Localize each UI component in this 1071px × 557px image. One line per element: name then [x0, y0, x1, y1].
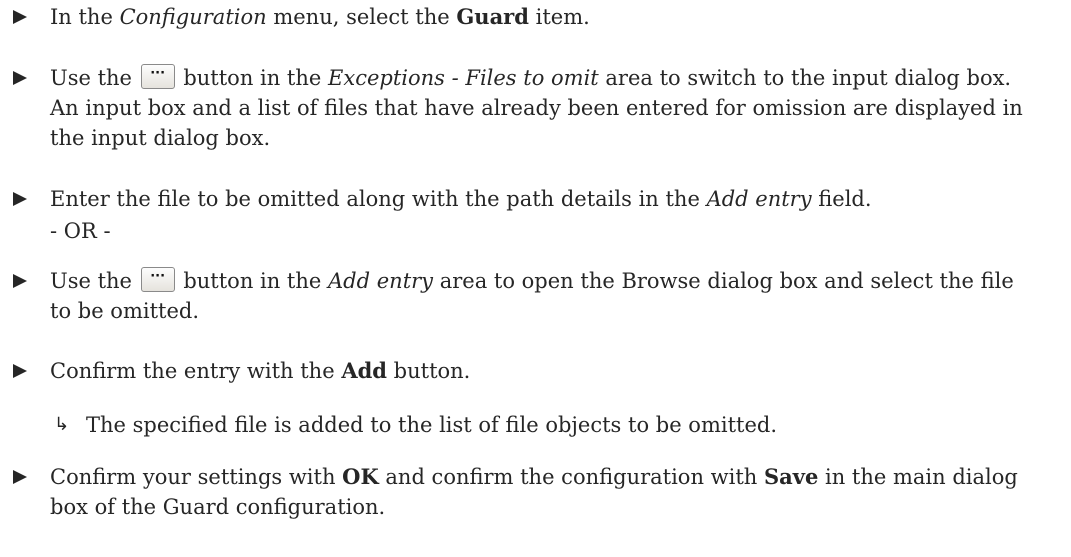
item-name: Guard: [456, 4, 529, 29]
instruction-document: In the Configuration menu, select the Gu…: [0, 0, 1071, 557]
bullet-triangle-icon: [13, 470, 27, 484]
menu-name: Configuration: [119, 5, 267, 29]
bullet-triangle-icon: [13, 274, 27, 288]
bullet-triangle-icon: [13, 10, 27, 24]
step-5-text: Confirm the entry with the Add button.: [50, 358, 471, 383]
bullet-triangle-icon: [13, 364, 27, 378]
save-name: Save: [763, 464, 819, 489]
step-6-text: Confirm your settings with OK and confir…: [50, 464, 1018, 519]
area-name: Exceptions - Files to omit: [328, 66, 599, 90]
ellipsis-icon: ···: [150, 269, 166, 284]
area-name: Add entry: [328, 269, 434, 293]
step-2-text: Use the ··· button in the Exceptions - F…: [50, 64, 1023, 150]
ellipsis-button[interactable]: ···: [140, 267, 175, 292]
step-3-text: Enter the file to be omitted along with …: [50, 187, 872, 211]
field-name: Add entry: [706, 187, 812, 211]
result-text: The specified file is added to the list …: [86, 413, 778, 437]
or-separator: - OR -: [50, 219, 111, 243]
ok-name: OK: [342, 464, 379, 489]
step-4-text: Use the ··· button in the Add entry area…: [50, 267, 1014, 323]
button-name: Add: [341, 358, 387, 383]
step-1-text: In the Configuration menu, select the Gu…: [50, 4, 590, 29]
bullet-triangle-icon: [13, 192, 27, 206]
bullet-triangle-icon: [13, 71, 27, 85]
result-arrow-icon: ↳: [54, 414, 70, 435]
ellipsis-icon: ···: [150, 66, 166, 81]
ellipsis-button[interactable]: ···: [140, 64, 175, 89]
